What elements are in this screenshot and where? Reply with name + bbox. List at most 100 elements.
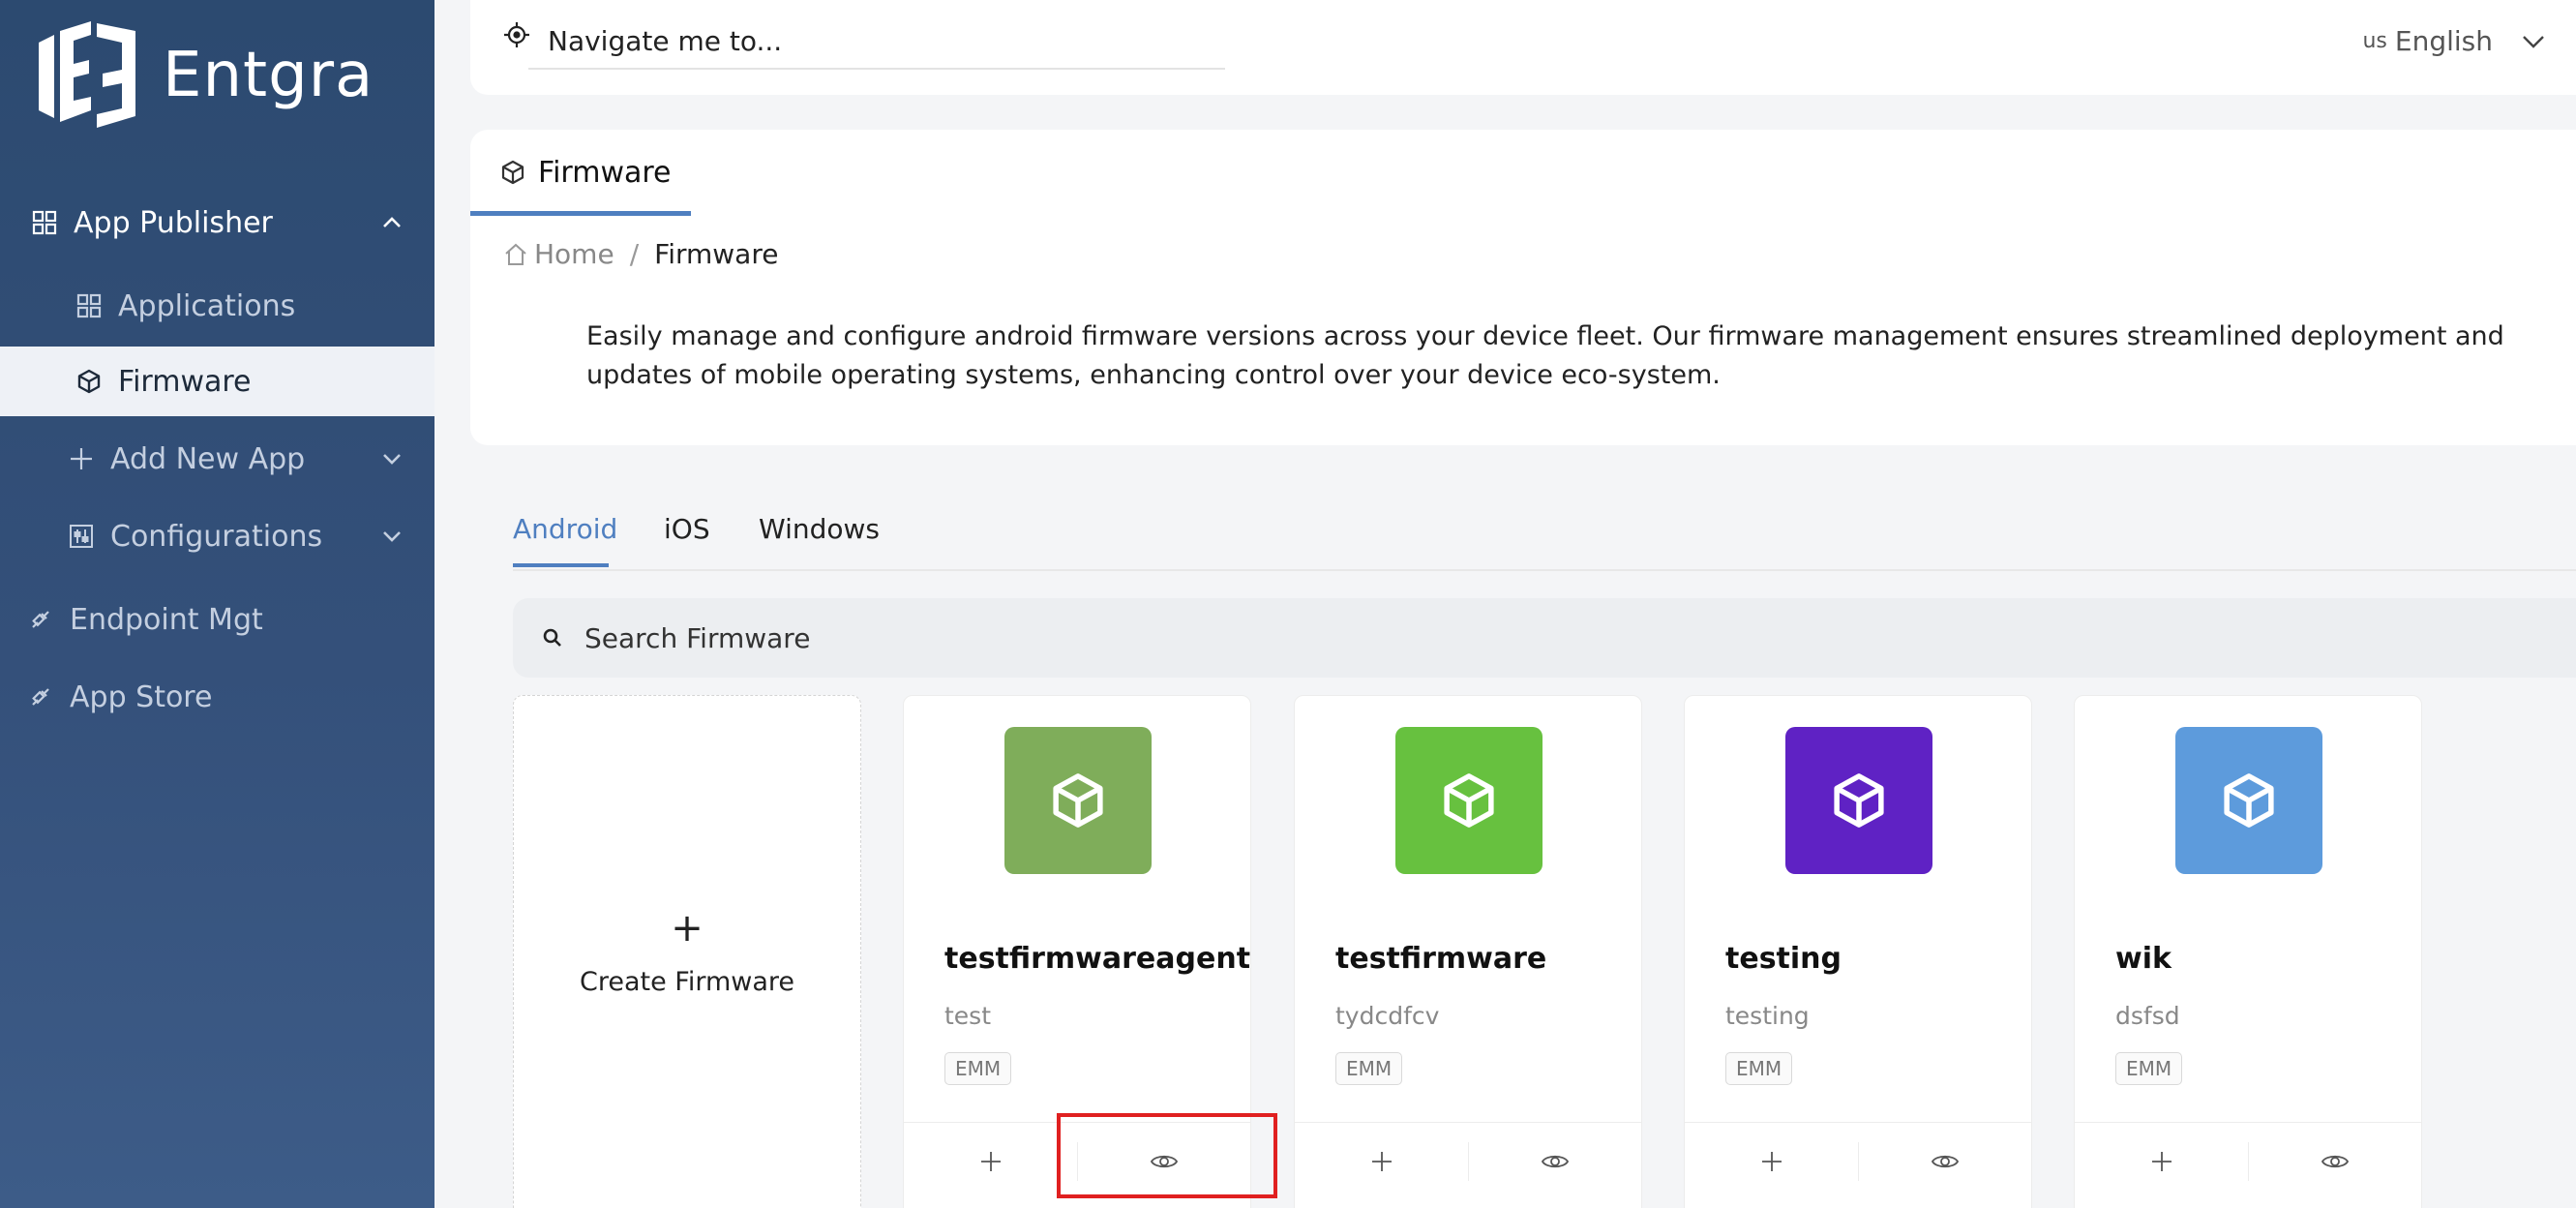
grid-icon <box>29 207 60 238</box>
sidebar-item-add-new-app[interactable]: Add New App <box>0 424 434 494</box>
sidebar-item-label: Endpoint Mgt <box>70 602 263 637</box>
platform-tabs: Android iOS Windows <box>513 509 2576 571</box>
card-actions <box>1685 1122 2031 1199</box>
card-actions <box>2075 1122 2421 1199</box>
sidebar-item-firmware[interactable]: Firmware <box>0 347 434 416</box>
add-button[interactable] <box>1295 1123 1468 1200</box>
box-icon <box>1444 773 1494 828</box>
breadcrumb: Home / Firmware <box>503 238 778 270</box>
view-button[interactable] <box>2248 1123 2421 1200</box>
active-tab-underline <box>513 563 609 567</box>
breadcrumb-home[interactable]: Home <box>534 238 614 270</box>
navigate-search[interactable] <box>503 21 530 48</box>
firmware-app-icon <box>1785 727 1932 874</box>
firmware-app-icon <box>2175 727 2322 874</box>
language-label: English <box>2394 25 2493 57</box>
link-icon <box>25 604 56 635</box>
firmware-badge: EMM <box>944 1052 1012 1085</box>
plus-icon <box>980 1152 1001 1171</box>
firmware-description: test <box>944 1002 992 1030</box>
sidebar-item-label: Configurations <box>110 519 323 554</box>
chevron-down-icon <box>2523 35 2544 48</box>
sidebar-item-app-publisher[interactable]: App Publisher <box>0 188 434 257</box>
add-button[interactable] <box>904 1123 1077 1200</box>
breadcrumb-current: Firmware <box>654 238 779 270</box>
firmware-search-bar <box>513 598 2576 678</box>
tab-firmware[interactable]: Firmware <box>470 130 691 215</box>
create-firmware-label: Create Firmware <box>579 967 795 997</box>
sidebar-item-label: Add New App <box>110 441 306 476</box>
tab-windows[interactable]: Windows <box>759 513 880 545</box>
locate-icon <box>504 22 529 47</box>
breadcrumb-separator: / <box>629 238 640 270</box>
firmware-description: tydcdfcv <box>1335 1002 1440 1030</box>
sidebar: Entgra App Publisher Applications Firmwa… <box>0 0 434 1208</box>
us-flag-icon: us <box>2362 29 2387 53</box>
sidebar-item-app-store[interactable]: App Store <box>0 662 434 732</box>
eye-icon <box>1931 1155 1959 1168</box>
firmware-badge: EMM <box>2115 1052 2183 1085</box>
add-button[interactable] <box>1685 1123 1858 1200</box>
firmware-name: testing <box>1725 942 1842 976</box>
create-firmware-card[interactable]: + Create Firmware <box>513 695 861 1208</box>
box-icon <box>74 366 105 397</box>
sidebar-item-label: App Store <box>70 680 213 714</box>
firmware-name: wik <box>2115 942 2172 976</box>
card-actions <box>1295 1122 1641 1199</box>
firmware-badge: EMM <box>1335 1052 1403 1085</box>
firmware-card[interactable]: testing testing EMM <box>1684 695 2032 1208</box>
firmware-app-icon <box>1004 727 1152 874</box>
box-icon <box>1834 773 1884 828</box>
grid-icon <box>74 290 105 321</box>
firmware-badge: EMM <box>1725 1052 1793 1085</box>
chevron-down-icon <box>383 454 401 465</box>
page-title: Firmware <box>538 155 672 190</box>
firmware-name: testfirmware <box>1335 942 1547 976</box>
firmware-card[interactable]: wik dsfsd EMM <box>2074 695 2422 1208</box>
sidebar-item-label: Applications <box>118 288 296 323</box>
plus-icon <box>66 443 97 474</box>
view-button[interactable] <box>1858 1123 2031 1200</box>
home-icon <box>505 243 526 265</box>
sidebar-item-applications[interactable]: Applications <box>0 271 434 341</box>
sidebar-item-label: Firmware <box>118 364 252 399</box>
active-tab-underline <box>470 211 691 216</box>
link-icon <box>25 681 56 712</box>
sidebar-item-label: App Publisher <box>74 205 273 240</box>
search-input[interactable] <box>584 621 2326 654</box>
sliders-icon <box>66 521 97 552</box>
search-icon <box>543 628 561 647</box>
chevron-down-icon <box>383 531 401 542</box>
highlight-box <box>1057 1113 1277 1198</box>
navigate-input-underline <box>528 68 1225 70</box>
add-button[interactable] <box>2075 1123 2248 1200</box>
top-bar: Navigate me to... us English <box>470 0 2576 95</box>
eye-icon <box>2321 1155 2349 1168</box>
view-button[interactable] <box>1468 1123 1641 1200</box>
plus-icon <box>1761 1152 1782 1171</box>
brand-logo[interactable]: Entgra <box>35 21 374 130</box>
eye-icon <box>1541 1155 1569 1168</box>
firmware-card[interactable]: testfirmware tydcdfcv EMM <box>1294 695 1642 1208</box>
tab-ios[interactable]: iOS <box>664 513 710 545</box>
tab-android[interactable]: Android <box>513 513 617 545</box>
firmware-name: testfirmwareagent <box>944 942 1251 976</box>
plus-icon <box>2151 1152 2172 1171</box>
sidebar-item-endpoint-mgt[interactable]: Endpoint Mgt <box>0 585 434 654</box>
page-header-card: Firmware Home / Firmware Easily manage a… <box>470 130 2576 445</box>
sidebar-item-configurations[interactable]: Configurations <box>0 501 434 571</box>
firmware-app-icon <box>1395 727 1543 874</box>
plus-icon: + <box>671 906 704 951</box>
firmware-description: dsfsd <box>2115 1002 2180 1030</box>
box-icon <box>501 160 524 185</box>
chevron-up-icon <box>383 217 401 227</box>
box-icon <box>1053 773 1103 828</box>
box-icon <box>2224 773 2274 828</box>
plus-icon <box>1371 1152 1392 1171</box>
page-description: Easily manage and configure android firm… <box>586 321 2504 390</box>
navigate-input[interactable]: Navigate me to... <box>548 25 782 57</box>
firmware-description: testing <box>1725 1002 1810 1030</box>
language-selector[interactable]: us English <box>2362 25 2547 57</box>
entgra-logo-icon <box>39 21 135 128</box>
brand-name: Entgra <box>163 40 374 111</box>
